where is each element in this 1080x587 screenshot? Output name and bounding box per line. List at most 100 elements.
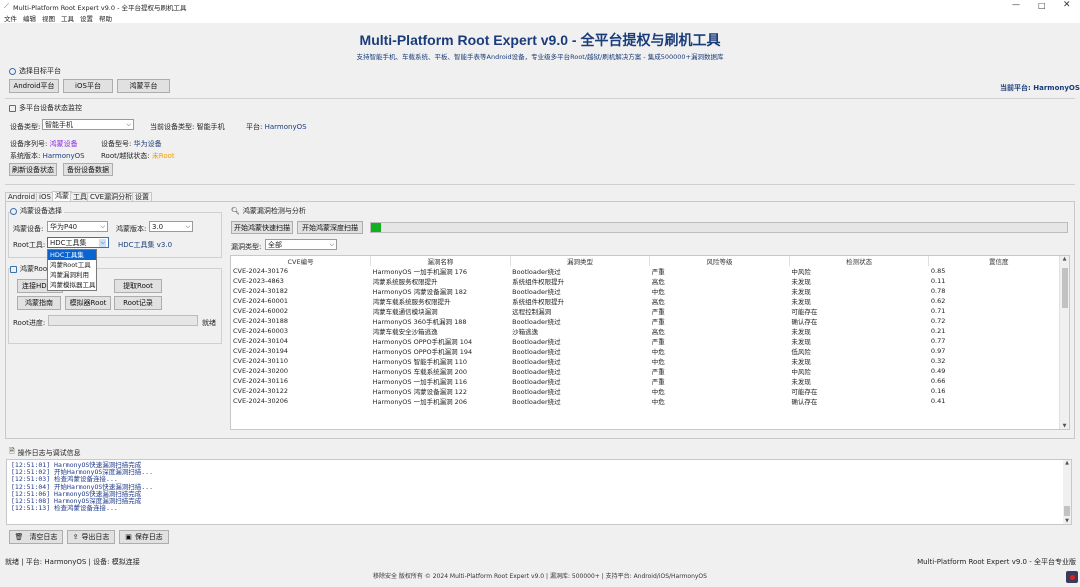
table-row[interactable]: CVE-2024-30188 HarmonyOS 360手机漏洞 188 Bootl… xyxy=(231,316,1069,326)
vuln-type-select[interactable]: 全部 ⌵ xyxy=(265,239,337,250)
table-row[interactable]: CVE-2024-30182 HarmonyOS 鸿蒙设备漏洞 182 Bootlo… xyxy=(231,286,1069,296)
root-progress-bar xyxy=(48,315,198,326)
dropdown-option[interactable]: 鸿蒙模拟器工具 xyxy=(48,280,96,290)
table-cell: 0.16 xyxy=(930,387,946,395)
table-cell: Bootloader绕过 xyxy=(512,368,561,376)
table-cell: HarmonyOS 一加手机漏洞 176 xyxy=(372,268,468,276)
platform-text: 平台: HarmonyOS xyxy=(246,123,307,131)
table-row[interactable]: CVE-2024-30110 HarmonyOS 智能手机漏洞 110 Bootlo… xyxy=(231,356,1069,366)
table-cell: CVE-2024-30206 xyxy=(233,397,289,405)
simulator-root-button[interactable]: 模拟器Root xyxy=(65,296,111,310)
menu-settings[interactable]: 设置 xyxy=(80,13,93,23)
log-group-title: 🗎 操作日志与调试信息 xyxy=(9,447,81,457)
scroll-down-icon[interactable]: ▼ xyxy=(1063,518,1071,524)
maximize-icon[interactable]: □ xyxy=(1038,1,1046,10)
export-log-button[interactable]: ⇪ 导出日志 xyxy=(67,530,115,544)
clear-log-button[interactable]: 🗑︎ 清空日志 xyxy=(9,530,63,544)
chevron-down-icon: ⌵ xyxy=(126,120,131,128)
table-cell: 鸿蒙系统服务权限提升 xyxy=(372,278,438,286)
dropdown-option[interactable]: 鸿蒙漏洞利用 xyxy=(48,270,96,280)
tab-cve[interactable]: CVE漏洞分析 xyxy=(87,192,136,201)
vuln-group-title: 🔍︎ 鸿蒙漏洞检测与分析 xyxy=(231,207,306,215)
root-progress-label: Root进度: xyxy=(13,319,46,327)
tab-settings[interactable]: 设置 xyxy=(132,192,152,201)
android-platform-button[interactable]: Android平台 xyxy=(9,79,59,93)
column-header[interactable]: 漏洞类型 xyxy=(510,256,651,266)
ios-platform-button[interactable]: iOS平台 xyxy=(63,79,113,93)
table-row[interactable]: CVE-2024-30206 HarmonyOS 一加手机漏洞 206 Bootlo… xyxy=(231,396,1069,406)
table-row[interactable]: CVE-2024-60002 鸿蒙车载通信模块漏洞 远程控制漏洞 严重 可能存在 0.71 xyxy=(231,306,1069,316)
menu-tools[interactable]: 工具 xyxy=(61,13,74,23)
table-row[interactable]: CVE-2024-30116 HarmonyOS 一加手机漏洞 116 Bootlo… xyxy=(231,376,1069,386)
extract-root-button[interactable]: 提取Root xyxy=(114,279,162,293)
table-scrollbar[interactable]: ▲ ▼ xyxy=(1059,256,1069,429)
table-row[interactable]: CVE-2024-30176 HarmonyOS 一加手机漏洞 176 Bootlo… xyxy=(231,266,1069,276)
table-row[interactable]: CVE-2024-60001 鸿蒙车载系统服务权限提升 系统组件权限提升 高危 未发现 0… xyxy=(231,296,1069,306)
chevron-down-icon: ⌵ xyxy=(100,222,105,230)
root-tool-dropdown: HDC工具集 鸿蒙Root工具 鸿蒙漏洞利用 鸿蒙模拟器工具 xyxy=(47,249,97,291)
refresh-device-button[interactable]: 刷新设备状态 xyxy=(9,163,57,176)
column-header[interactable]: 置信度 xyxy=(928,256,1069,266)
harmony-version-select[interactable]: 3.0 ⌵ xyxy=(149,221,193,232)
close-icon[interactable]: ✕ xyxy=(1063,0,1071,10)
column-header[interactable]: CVE编号 xyxy=(231,256,372,266)
harmony-device-select[interactable]: 华为P40 ⌵ xyxy=(47,221,108,232)
scrollbar-thumb[interactable] xyxy=(1064,506,1070,516)
tab-android[interactable]: Android xyxy=(5,192,39,201)
tray-icon xyxy=(1066,571,1078,583)
menu-file[interactable]: 文件 xyxy=(4,13,17,23)
table-row[interactable]: CVE-2024-30194 HarmonyOS OPPO手机漏洞 194 Boot… xyxy=(231,346,1069,356)
deep-scan-button[interactable]: 开始鸿蒙深度扫描 xyxy=(297,221,363,234)
table-cell: CVE-2024-60003 xyxy=(233,327,289,335)
backup-device-button[interactable]: 备份设备数据 xyxy=(63,163,113,176)
harmony-select-title: 鸿蒙设备选择 xyxy=(10,206,64,216)
table-cell: 未发现 xyxy=(791,328,811,336)
menu-edit[interactable]: 编辑 xyxy=(23,13,36,23)
root-log-button[interactable]: Root记录 xyxy=(114,296,162,310)
dropdown-option[interactable]: HDC工具集 xyxy=(48,250,96,260)
quick-scan-button[interactable]: 开始鸿蒙快速扫描 xyxy=(231,221,293,234)
log-textarea[interactable]: [12:51:01] HarmonyOS快速漏洞扫描完成 [12:51:02] … xyxy=(6,459,1072,525)
column-header[interactable]: 检测状态 xyxy=(789,256,930,266)
scrollbar-thumb[interactable] xyxy=(1062,268,1068,308)
table-cell: HarmonyOS 鸿蒙设备漏洞 182 xyxy=(372,288,468,296)
menu-help[interactable]: 帮助 xyxy=(99,13,112,23)
scroll-up-icon[interactable]: ▲ xyxy=(1063,460,1071,466)
table-row[interactable]: CVE-2024-60003 鸿蒙车载安全沙箱逃逸 沙箱逃逸 高危 未发现 0.21 xyxy=(231,326,1069,336)
scroll-up-icon[interactable]: ▲ xyxy=(1060,256,1069,262)
table-cell: Bootloader绕过 xyxy=(512,268,561,276)
table-cell: 0.71 xyxy=(930,307,946,315)
scroll-down-icon[interactable]: ▼ xyxy=(1060,423,1069,429)
root-tool-select[interactable]: HDC工具集 ⌵ xyxy=(47,237,109,248)
table-row[interactable]: CVE-2024-30200 HarmonyOS 车载系统漏洞 200 Bootlo… xyxy=(231,366,1069,376)
app-icon: ⟋ xyxy=(4,2,9,10)
table-row[interactable]: CVE-2024-30104 HarmonyOS OPPO手机漏洞 104 Boot… xyxy=(231,336,1069,346)
column-header[interactable]: 漏洞名称 xyxy=(370,256,511,266)
table-cell: 未发现 xyxy=(791,378,811,386)
table-row[interactable]: CVE-2024-30122 HarmonyOS 鸿蒙设备漏洞 122 Bootlo… xyxy=(231,386,1069,396)
table-row[interactable]: CVE-2023-4863 鸿蒙系统服务权限提升 系统组件权限提升 高危 未发现 0.11 xyxy=(231,276,1069,286)
dropdown-option[interactable]: 鸿蒙Root工具 xyxy=(48,260,96,270)
device-icon xyxy=(10,207,17,215)
device-type-select[interactable]: 智能手机 ⌵ xyxy=(42,119,134,130)
table-cell: 严重 xyxy=(651,268,665,276)
vuln-type-label: 漏洞类型: xyxy=(231,243,262,251)
save-log-button[interactable]: ▣ 保存日志 xyxy=(119,530,169,544)
minimize-icon[interactable]: — xyxy=(1012,0,1020,9)
target-icon xyxy=(9,67,16,75)
tab-harmony[interactable]: 鸿蒙 xyxy=(52,191,72,201)
harmony-platform-button[interactable]: 鸿蒙平台 xyxy=(117,79,170,93)
table-cell: CVE-2024-30122 xyxy=(233,387,289,395)
log-scrollbar[interactable]: ▲ ▼ xyxy=(1063,460,1071,524)
harmony-root-title: 鸿蒙Root xyxy=(10,264,52,274)
monitor-icon xyxy=(9,104,16,112)
column-header[interactable]: 风险等级 xyxy=(649,256,790,266)
table-cell: 低风险 xyxy=(791,348,811,356)
table-cell: HarmonyOS 智能手机漏洞 110 xyxy=(372,358,468,366)
table-cell: 0.62 xyxy=(930,297,946,305)
harmony-guide-button[interactable]: 鸿蒙指南 xyxy=(17,296,61,310)
table-cell: 确认存在 xyxy=(791,398,818,406)
menu-view[interactable]: 视图 xyxy=(42,13,55,23)
table-cell: Bootloader绕过 xyxy=(512,388,561,396)
table-cell: CVE-2023-4863 xyxy=(233,277,284,285)
